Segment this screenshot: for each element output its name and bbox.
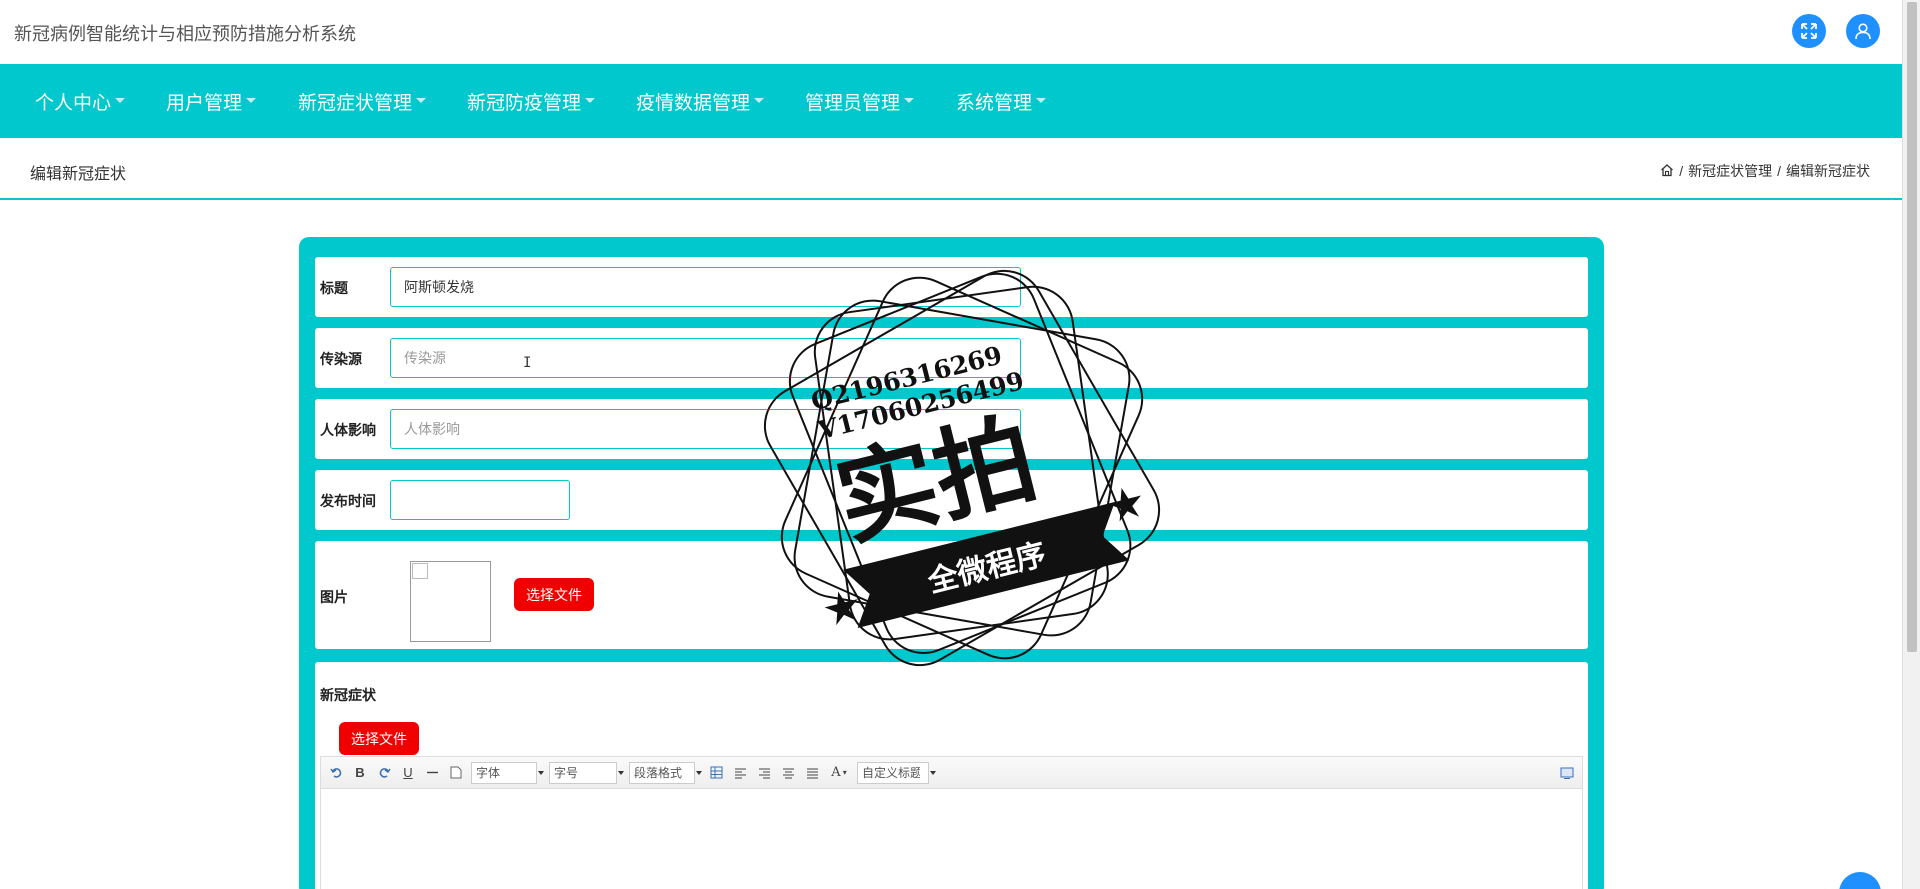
chevron-down-icon — [115, 98, 126, 104]
nav-item-personal-center[interactable]: 个人中心 — [35, 88, 126, 115]
back-to-top-button[interactable] — [1839, 872, 1881, 889]
chevron-down-icon — [246, 98, 257, 104]
chevron-down-icon — [1036, 98, 1047, 104]
breadcrumb-separator: / — [1679, 163, 1684, 179]
home-icon[interactable] — [1660, 163, 1674, 180]
choose-file-button[interactable]: 选择文件 — [339, 722, 419, 755]
impact-label: 人体影响 — [320, 422, 376, 438]
source-label: 传染源 — [320, 351, 362, 367]
rich-text-editor[interactable]: B U 字体 字号 段落格式 A ▾ 自定义标题 — [320, 756, 1583, 889]
impact-row: 人体影响 — [315, 399, 1588, 459]
publish-time-input[interactable] — [390, 480, 570, 520]
publish-time-row: 发布时间 — [315, 470, 1588, 530]
chevron-down-icon: ▾ — [842, 768, 847, 777]
nav-item-symptom-management[interactable]: 新冠症状管理 — [298, 88, 427, 115]
bold-button[interactable]: B — [351, 764, 369, 782]
preview-icon[interactable] — [1558, 764, 1576, 782]
nav-item-epidemic-data-management[interactable]: 疫情数据管理 — [636, 88, 765, 115]
source-row: 传染源 — [315, 328, 1588, 388]
redo-icon[interactable] — [375, 764, 393, 782]
undo-icon[interactable] — [327, 764, 345, 782]
top-header: 新冠病例智能统计与相应预防措施分析系统 — [0, 0, 1902, 64]
chevron-down-icon — [618, 770, 624, 775]
align-right-icon[interactable] — [755, 764, 773, 782]
chevron-down-icon — [904, 98, 915, 104]
breadcrumb-separator: / — [1777, 163, 1781, 179]
image-row: 图片 选择文件 — [315, 541, 1588, 649]
title-row: 标题 — [315, 257, 1588, 317]
publish-time-label: 发布时间 — [320, 493, 376, 509]
choose-image-button[interactable]: 选择文件 — [514, 578, 594, 611]
breadcrumb-level1[interactable]: 新冠症状管理 — [1688, 161, 1772, 181]
impact-input[interactable] — [390, 409, 1021, 449]
chevron-down-icon — [696, 770, 702, 775]
nav-item-admin-management[interactable]: 管理员管理 — [805, 88, 915, 115]
page-icon[interactable] — [447, 764, 465, 782]
user-icon[interactable] — [1846, 14, 1880, 48]
chevron-down-icon — [754, 98, 765, 104]
chevron-down-icon — [538, 770, 544, 775]
font-color-button[interactable]: A ▾ — [827, 764, 851, 782]
page-title: 编辑新冠症状 — [30, 166, 127, 183]
underline-button[interactable]: U — [399, 764, 417, 782]
edit-form: 标题 传染源 人体影响 发布时间 图片 选择文件 新冠症状 选择文件 B U — [299, 237, 1604, 889]
image-label: 图片 — [320, 589, 348, 605]
app-title: 新冠病例智能统计与相应预防措施分析系统 — [14, 24, 356, 44]
breadcrumb-bar: 编辑新冠症状 / 新冠症状管理 / 编辑新冠症状 — [0, 138, 1902, 200]
editor-toolbar: B U 字体 字号 段落格式 A ▾ 自定义标题 — [321, 757, 1582, 789]
scrollbar-thumb[interactable] — [1907, 2, 1917, 652]
broken-image-icon — [412, 563, 428, 579]
chevron-down-icon — [585, 98, 596, 104]
symptom-label: 新冠症状 — [320, 687, 376, 703]
source-input[interactable] — [390, 338, 1021, 378]
symptom-row: 新冠症状 选择文件 B U 字体 字号 段落格式 A ▾ 自定义标题 — [315, 662, 1588, 889]
title-input[interactable] — [390, 267, 1021, 307]
font-family-select[interactable]: 字体 — [471, 761, 544, 784]
align-left-icon[interactable] — [731, 764, 749, 782]
vertical-scrollbar[interactable] — [1902, 0, 1920, 889]
paragraph-format-select[interactable]: 段落格式 — [629, 761, 702, 784]
nav-item-user-management[interactable]: 用户管理 — [166, 88, 257, 115]
image-preview — [410, 561, 491, 642]
text-cursor-icon: I — [523, 355, 532, 371]
main-nav: 个人中心 用户管理 新冠症状管理 新冠防疫管理 疫情数据管理 管理员管理 系统管… — [0, 64, 1902, 138]
chevron-down-icon — [416, 98, 427, 104]
nav-item-system-management[interactable]: 系统管理 — [956, 88, 1047, 115]
align-center-icon[interactable] — [779, 764, 797, 782]
breadcrumb: / 新冠症状管理 / 编辑新冠症状 — [1660, 161, 1870, 181]
font-size-select[interactable]: 字号 — [549, 761, 624, 784]
fullscreen-icon[interactable] — [1792, 14, 1826, 48]
table-icon[interactable] — [707, 764, 725, 782]
chevron-down-icon — [930, 770, 936, 775]
title-label: 标题 — [320, 280, 348, 296]
horizontal-rule-icon[interactable] — [423, 764, 441, 782]
custom-title-select[interactable]: 自定义标题 — [857, 761, 936, 784]
nav-item-prevention-management[interactable]: 新冠防疫管理 — [467, 88, 596, 115]
breadcrumb-level2: 编辑新冠症状 — [1786, 163, 1870, 179]
align-justify-icon[interactable] — [803, 764, 821, 782]
